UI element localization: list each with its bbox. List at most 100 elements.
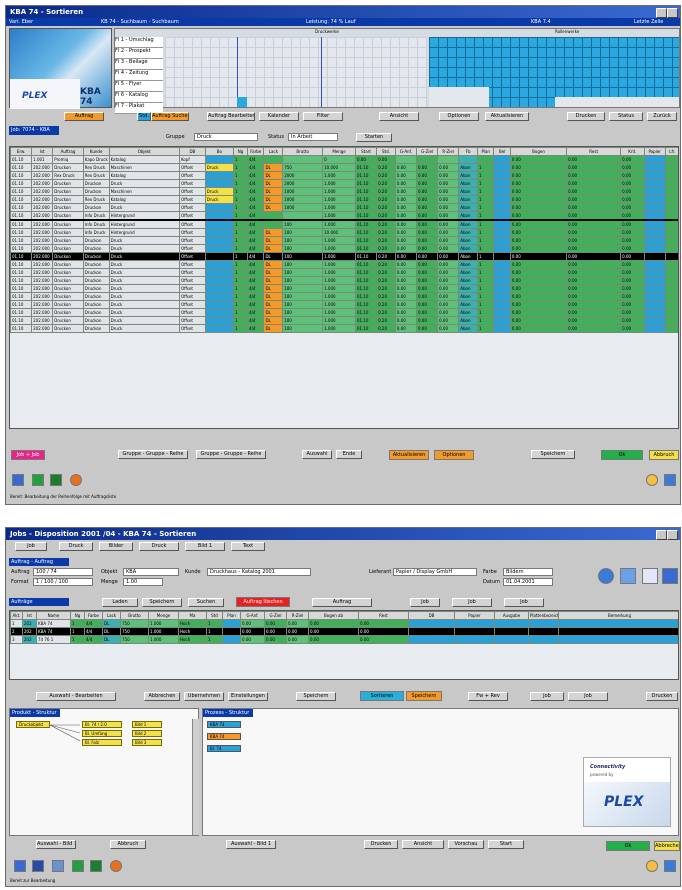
aktualisieren-bottom-button[interactable]: Aktualisieren bbox=[389, 450, 429, 460]
column-header[interactable]: Akt. bbox=[10, 611, 23, 620]
column-header[interactable]: G-Anf. bbox=[394, 147, 417, 156]
speichern-mid-button[interactable]: Speichern bbox=[296, 692, 336, 701]
column-header[interactable]: Plan bbox=[222, 611, 241, 620]
column-header[interactable]: Bo bbox=[204, 147, 234, 156]
speichern-button[interactable]: Speichern bbox=[531, 450, 575, 459]
job-button-3[interactable]: Job bbox=[504, 598, 544, 607]
auftrag-suchen-button[interactable]: Auftrag Suchen bbox=[151, 112, 189, 121]
suchen-button[interactable]: Suchen bbox=[188, 598, 224, 607]
abbruch-button[interactable]: Abbruch bbox=[649, 450, 679, 460]
drucken-footer-button[interactable]: Drucken bbox=[364, 840, 398, 849]
auftrag-loeschen-button[interactable]: Auftrag löschen bbox=[236, 597, 290, 607]
group-select[interactable]: Druck bbox=[194, 133, 258, 141]
table-row[interactable]: 01.10 202.000 Druckon Druckon Druck Offset 1 4/… bbox=[10, 203, 678, 212]
column-header[interactable]: Bemerkung bbox=[558, 611, 678, 620]
drucken-mid-button[interactable]: Drucken bbox=[646, 692, 678, 701]
sortieren-button[interactable]: Sortieren bbox=[360, 691, 404, 701]
table-row[interactable]: 01.10 202.000 Druckon Druckon Druck Offset 1 4/… bbox=[10, 292, 678, 301]
tree-child-node[interactable]: Bl. 74 / 2.0 bbox=[82, 721, 122, 728]
green-save-icon[interactable] bbox=[72, 860, 84, 872]
help-icon[interactable] bbox=[664, 474, 676, 486]
column-header[interactable]: R-Ziel bbox=[437, 147, 460, 156]
table-row[interactable]: 01.10 202.000 Druckon Druckon Druck Offset 1 4/… bbox=[10, 244, 678, 253]
column-header[interactable]: R-Ziel bbox=[286, 611, 309, 620]
status-button[interactable]: Status bbox=[609, 112, 643, 121]
column-header[interactable]: Farbe bbox=[247, 147, 265, 156]
lieferant-field[interactable]: Papier / Display GmbH bbox=[393, 568, 477, 576]
auftrag-dropdown[interactable]: Auftrag bbox=[312, 598, 372, 607]
table-row[interactable]: 01.10 202.000 Druckon Druckon Druck Offset 1 4/… bbox=[10, 300, 678, 309]
search-icon[interactable] bbox=[646, 474, 658, 486]
column-header[interactable]: Objekt bbox=[108, 147, 180, 156]
start-button[interactable]: Starten bbox=[356, 133, 392, 142]
column-header[interactable]: Std bbox=[206, 611, 223, 620]
tab-druck-2[interactable]: Druck bbox=[139, 542, 179, 551]
kunde-field[interactable]: Druckhaus - Katalog 2001 bbox=[207, 568, 311, 576]
speichern-action-button[interactable]: Speichern bbox=[142, 598, 182, 607]
tree-leaf-node[interactable]: Bild 2 bbox=[132, 730, 162, 737]
column-header[interactable]: Ng bbox=[232, 147, 249, 156]
table-row[interactable]: 01.10 202.000 Druckon Druckon Druck Offset 1 4/… bbox=[10, 268, 678, 277]
gruppe-reihe-button-1[interactable]: Gruppe - Gruppe - Reihe bbox=[118, 450, 188, 459]
green-export-icon[interactable] bbox=[90, 860, 102, 872]
ansicht-button[interactable]: Ansicht bbox=[379, 112, 419, 121]
std-button[interactable]: Std. bbox=[137, 112, 151, 121]
maximize-button[interactable] bbox=[656, 8, 667, 18]
settings-icon[interactable] bbox=[662, 568, 678, 584]
table-row[interactable]: 01.10 202.000 Druckon Druckon Druck Offset 1 4/… bbox=[10, 236, 678, 245]
optionen-bottom-button[interactable]: Optionen bbox=[434, 450, 474, 460]
column-header[interactable]: G-Ziel bbox=[415, 147, 439, 156]
table-row[interactable]: 01.10 202.000 Druckon Druckon Druck Offset 1 4/… bbox=[10, 316, 678, 325]
table-row[interactable]: 01.10 202.000 Rex Druck Rex Druck Katalog Off… bbox=[10, 171, 678, 180]
table-row[interactable]: 01.10 202.000 Druckon Druckon Druck Offset 1 4/… bbox=[10, 284, 678, 293]
scrollbar[interactable] bbox=[192, 719, 199, 835]
process-node[interactable]: KBA 74 bbox=[207, 733, 241, 740]
column-header[interactable]: Lack bbox=[263, 147, 284, 156]
column-header[interactable]: Start bbox=[354, 147, 378, 156]
optionen-button[interactable]: Optionen bbox=[439, 112, 479, 121]
table-row[interactable]: 01.10 202.000 Druckon Druckon Druck Offset 1 4/… bbox=[10, 324, 678, 333]
einstellungen-button[interactable]: Einstellungen bbox=[228, 692, 268, 701]
column-header[interactable]: Brutto bbox=[120, 611, 149, 620]
column-header[interactable]: Papier bbox=[454, 611, 495, 620]
ok-button[interactable]: Ok bbox=[601, 450, 643, 460]
ok-green-button[interactable]: Ok bbox=[606, 841, 650, 851]
column-header[interactable]: DB bbox=[408, 611, 455, 620]
column-header[interactable]: G-Anf. bbox=[240, 611, 265, 620]
person-icon[interactable] bbox=[14, 860, 26, 872]
green-export-icon[interactable] bbox=[50, 474, 62, 486]
format-field[interactable]: 1 / 100 / 100 bbox=[33, 578, 93, 586]
abbruch-left-button[interactable]: Abbruch bbox=[110, 840, 146, 849]
connect-icon[interactable] bbox=[642, 568, 658, 584]
tab-bild-1[interactable]: Bild 1 bbox=[185, 542, 225, 551]
column-header[interactable]: Fb bbox=[458, 147, 478, 156]
laden-button[interactable]: Laden bbox=[102, 598, 138, 607]
drucken-button[interactable]: Drucken bbox=[567, 112, 605, 121]
column-header[interactable]: Bogen ab bbox=[308, 611, 359, 620]
help-icon[interactable] bbox=[664, 860, 676, 872]
table-row[interactable]: 01.10 202.000 Druckon Druckon Druck Offset 1 4/… bbox=[10, 252, 678, 261]
schedule-grid[interactable]: Druckwerke Rollenwerke Fl 1 - Umschlag F… bbox=[114, 28, 680, 114]
start-footer-button[interactable]: Start bbox=[488, 840, 524, 849]
column-header[interactable]: Ma bbox=[178, 611, 207, 620]
paint-icon[interactable] bbox=[110, 860, 122, 872]
table-row[interactable]: 01.10 202.000 Druckon Druckon Druck Offset 1 4/… bbox=[10, 260, 678, 269]
job-button-2[interactable]: Job bbox=[452, 598, 492, 607]
ansicht-footer-button[interactable]: Ansicht bbox=[402, 840, 444, 849]
table-row[interactable]: 01.10 202.000 Druckon Rex Druck Katalog Offse… bbox=[10, 195, 678, 204]
column-header[interactable]: Menge bbox=[148, 611, 179, 620]
menge-field[interactable]: 1.00 bbox=[123, 578, 163, 586]
column-header[interactable]: Name bbox=[36, 611, 71, 620]
close-button[interactable] bbox=[667, 8, 678, 18]
zurueck-button[interactable]: Zurück bbox=[647, 112, 677, 121]
table-row[interactable]: 01.10 202.000 Druckon Info Druck Hintergrund… bbox=[10, 211, 678, 221]
tab-druck[interactable]: Druck bbox=[59, 542, 93, 551]
auswahl-button[interactable]: Auswahl bbox=[302, 450, 332, 459]
column-header[interactable]: Rest bbox=[358, 611, 409, 620]
table-row[interactable]: 01.10 202.000 Druckon Druckon Druck Offset 1 4/… bbox=[10, 179, 678, 188]
search-icon[interactable] bbox=[646, 860, 658, 872]
tree-child-node[interactable]: Bl. Falz bbox=[82, 739, 122, 746]
filter-button[interactable]: Filter bbox=[303, 112, 343, 121]
table-row[interactable]: 01.10 202.000 Druckon Rex Druck Maschinen Off… bbox=[10, 163, 678, 172]
speichern-orange-button[interactable]: Speichern bbox=[406, 691, 442, 701]
